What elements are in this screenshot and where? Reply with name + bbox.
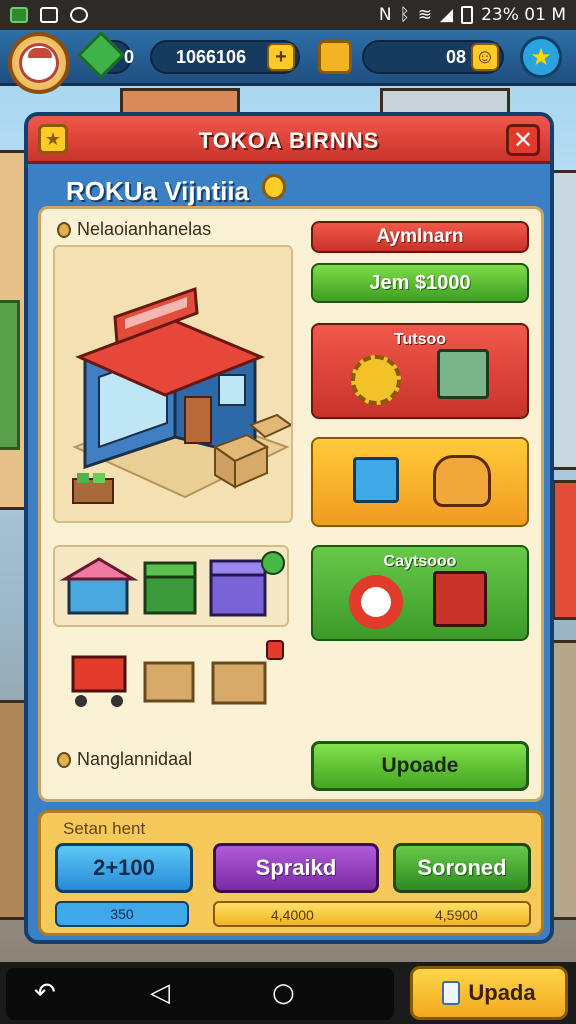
document-icon <box>442 981 461 1005</box>
coin-icon <box>262 174 286 200</box>
back-icon[interactable]: ↶ <box>34 978 56 1008</box>
green-tile[interactable]: Caytsooo <box>311 545 529 641</box>
purple-option-button[interactable]: Spraikd <box>213 843 379 893</box>
recents-icon[interactable]: ○ <box>272 978 295 1008</box>
nfc-icon: N <box>378 5 392 25</box>
red-top-button[interactable]: Aymlnarn <box>311 221 529 253</box>
image-icon <box>40 7 58 23</box>
bottom-action-button[interactable]: Upada <box>410 966 568 1020</box>
lifebuoy-icon <box>349 575 403 629</box>
coin-stack-icon <box>318 40 352 74</box>
dialog-subtitle: ROKUa Vijntiia <box>66 176 250 206</box>
dialog-header: ★ TOKOA BIRNNS ✕ <box>28 116 550 164</box>
red-tile[interactable]: Tutsoo <box>311 323 529 419</box>
upgrade-button[interactable]: Upoade <box>311 741 529 791</box>
box-item[interactable] <box>143 661 195 703</box>
green-shop-item[interactable] <box>143 561 197 615</box>
purple-shop-item[interactable] <box>209 559 267 617</box>
dialog-title: TOKOA BIRNNS <box>198 128 380 153</box>
token-counter: 08 ☺ <box>362 40 504 74</box>
blue-progress-bar: 350 <box>55 901 189 927</box>
chevron-down-icon <box>10 7 28 23</box>
status-time: 23% 01 M <box>481 5 566 25</box>
orange-tile[interactable] <box>311 437 529 527</box>
status-bar: N ᛒ ≋ ◢ 23% 01 M <box>0 0 576 30</box>
bag-icon <box>433 455 491 507</box>
gear-icon <box>351 355 401 405</box>
machine-icon <box>437 349 489 399</box>
bluetooth-icon: ᛒ <box>399 5 410 25</box>
star-icon[interactable]: ★ <box>520 36 562 78</box>
shop-illustration <box>53 245 293 523</box>
notification-icon <box>70 7 88 23</box>
panel-label-bottom: Nanglannidaal <box>57 749 192 770</box>
close-button[interactable]: ✕ <box>506 124 540 156</box>
yellow-progress-bar: 4,4000 4,5900 <box>213 901 531 927</box>
bottom-panel: Setan hent 2+100 Spraikd Soroned 350 4,4… <box>38 810 544 936</box>
signal-icon: ◢ <box>440 5 454 25</box>
shop-dialog: ★ TOKOA BIRNNS ✕ ROKUa Vijntiia Nelaoian… <box>24 112 554 944</box>
supplies-row <box>61 637 301 717</box>
info-icon <box>57 222 71 239</box>
coin-counter: 1066106 + <box>150 40 300 74</box>
panel-label-top: Nelaoianhanelas <box>57 219 211 240</box>
add-coins-button[interactable]: + <box>267 43 295 71</box>
info-icon <box>57 752 71 769</box>
green-tile-label: Caytsooo <box>383 553 457 570</box>
wifi-icon: ≋ <box>417 5 433 25</box>
blue-option-button[interactable]: 2+100 <box>55 843 193 893</box>
gem-count: 0 <box>124 46 135 67</box>
price-button[interactable]: Jem $1000 <box>311 263 529 303</box>
yellow-bar-value-1: 4,4000 <box>271 907 314 923</box>
add-token-button[interactable]: ☺ <box>471 43 499 71</box>
battery-icon <box>461 6 474 24</box>
avatar[interactable] <box>8 32 70 94</box>
shirt-icon <box>353 457 399 503</box>
cart-item[interactable] <box>71 655 127 707</box>
bottom-action-label: Upada <box>468 980 536 1005</box>
building-selector <box>53 545 289 627</box>
content-panel: Nelaoianhanelas Nanglannidaal Aymlnarn J… <box>38 206 544 802</box>
box-item[interactable] <box>211 661 267 705</box>
shop-machine-icon <box>433 571 487 627</box>
home-icon[interactable]: ◁ <box>150 978 170 1008</box>
token-count: 08 <box>446 46 467 67</box>
stall-item[interactable] <box>59 557 139 615</box>
close-icon: ✕ <box>512 126 534 154</box>
coin-count: 1066106 <box>176 46 247 67</box>
yellow-bar-value-2: 4,5900 <box>435 907 478 923</box>
bottom-label: Setan hent <box>63 819 146 838</box>
nav-pill <box>6 968 394 1020</box>
red-tile-label: Tutsoo <box>393 331 447 348</box>
green-option-button[interactable]: Soroned <box>393 843 531 893</box>
